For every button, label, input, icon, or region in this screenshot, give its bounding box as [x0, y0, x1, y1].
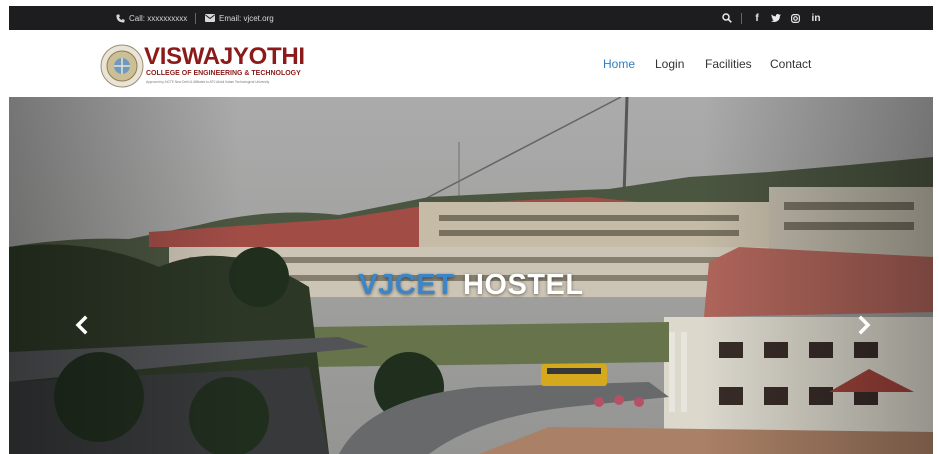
- logo-tagline: Approved by AICTE New Delhi & Affiliated…: [146, 80, 270, 84]
- hero-slider: VJCET HOSTEL: [9, 97, 933, 454]
- search-icon[interactable]: [720, 6, 734, 30]
- instagram-icon[interactable]: [788, 6, 802, 30]
- twitter-icon[interactable]: [769, 6, 783, 30]
- slider-next-button[interactable]: [852, 313, 876, 337]
- hero-title-accent: VJCET: [358, 269, 455, 301]
- envelope-icon: [205, 14, 215, 22]
- hero-title-main: HOSTEL: [462, 269, 584, 301]
- call-info[interactable]: Call: xxxxxxxxxx: [116, 6, 187, 30]
- top-bar: Call: xxxxxxxxxx Email: vjcet.org f in: [9, 6, 933, 30]
- nav-login[interactable]: Login: [655, 57, 684, 71]
- college-logo[interactable]: VISWAJYOTHI COLLEGE OF ENGINEERING & TEC…: [100, 43, 305, 91]
- linkedin-icon[interactable]: in: [807, 6, 825, 30]
- chevron-right-icon: [858, 315, 871, 335]
- topbar-divider: [195, 13, 196, 24]
- hero-title: VJCET HOSTEL: [9, 269, 933, 302]
- facebook-icon[interactable]: f: [750, 6, 764, 30]
- phone-icon: [116, 13, 125, 23]
- logo-name: VISWAJYOTHI: [144, 43, 305, 70]
- topbar-divider: [741, 13, 742, 24]
- logo-subtitle: COLLEGE OF ENGINEERING & TECHNOLOGY: [146, 70, 301, 77]
- email-info[interactable]: Email: vjcet.org: [205, 6, 274, 30]
- chevron-left-icon: [75, 315, 88, 335]
- site-header: VISWAJYOTHI COLLEGE OF ENGINEERING & TEC…: [9, 30, 933, 97]
- slider-prev-button[interactable]: [70, 313, 94, 337]
- nav-facilities[interactable]: Facilities: [705, 57, 752, 71]
- nav-contact[interactable]: Contact: [770, 57, 811, 71]
- nav-home[interactable]: Home: [603, 57, 635, 71]
- call-text: Call: xxxxxxxxxx: [129, 13, 188, 23]
- email-text: Email: vjcet.org: [219, 13, 274, 23]
